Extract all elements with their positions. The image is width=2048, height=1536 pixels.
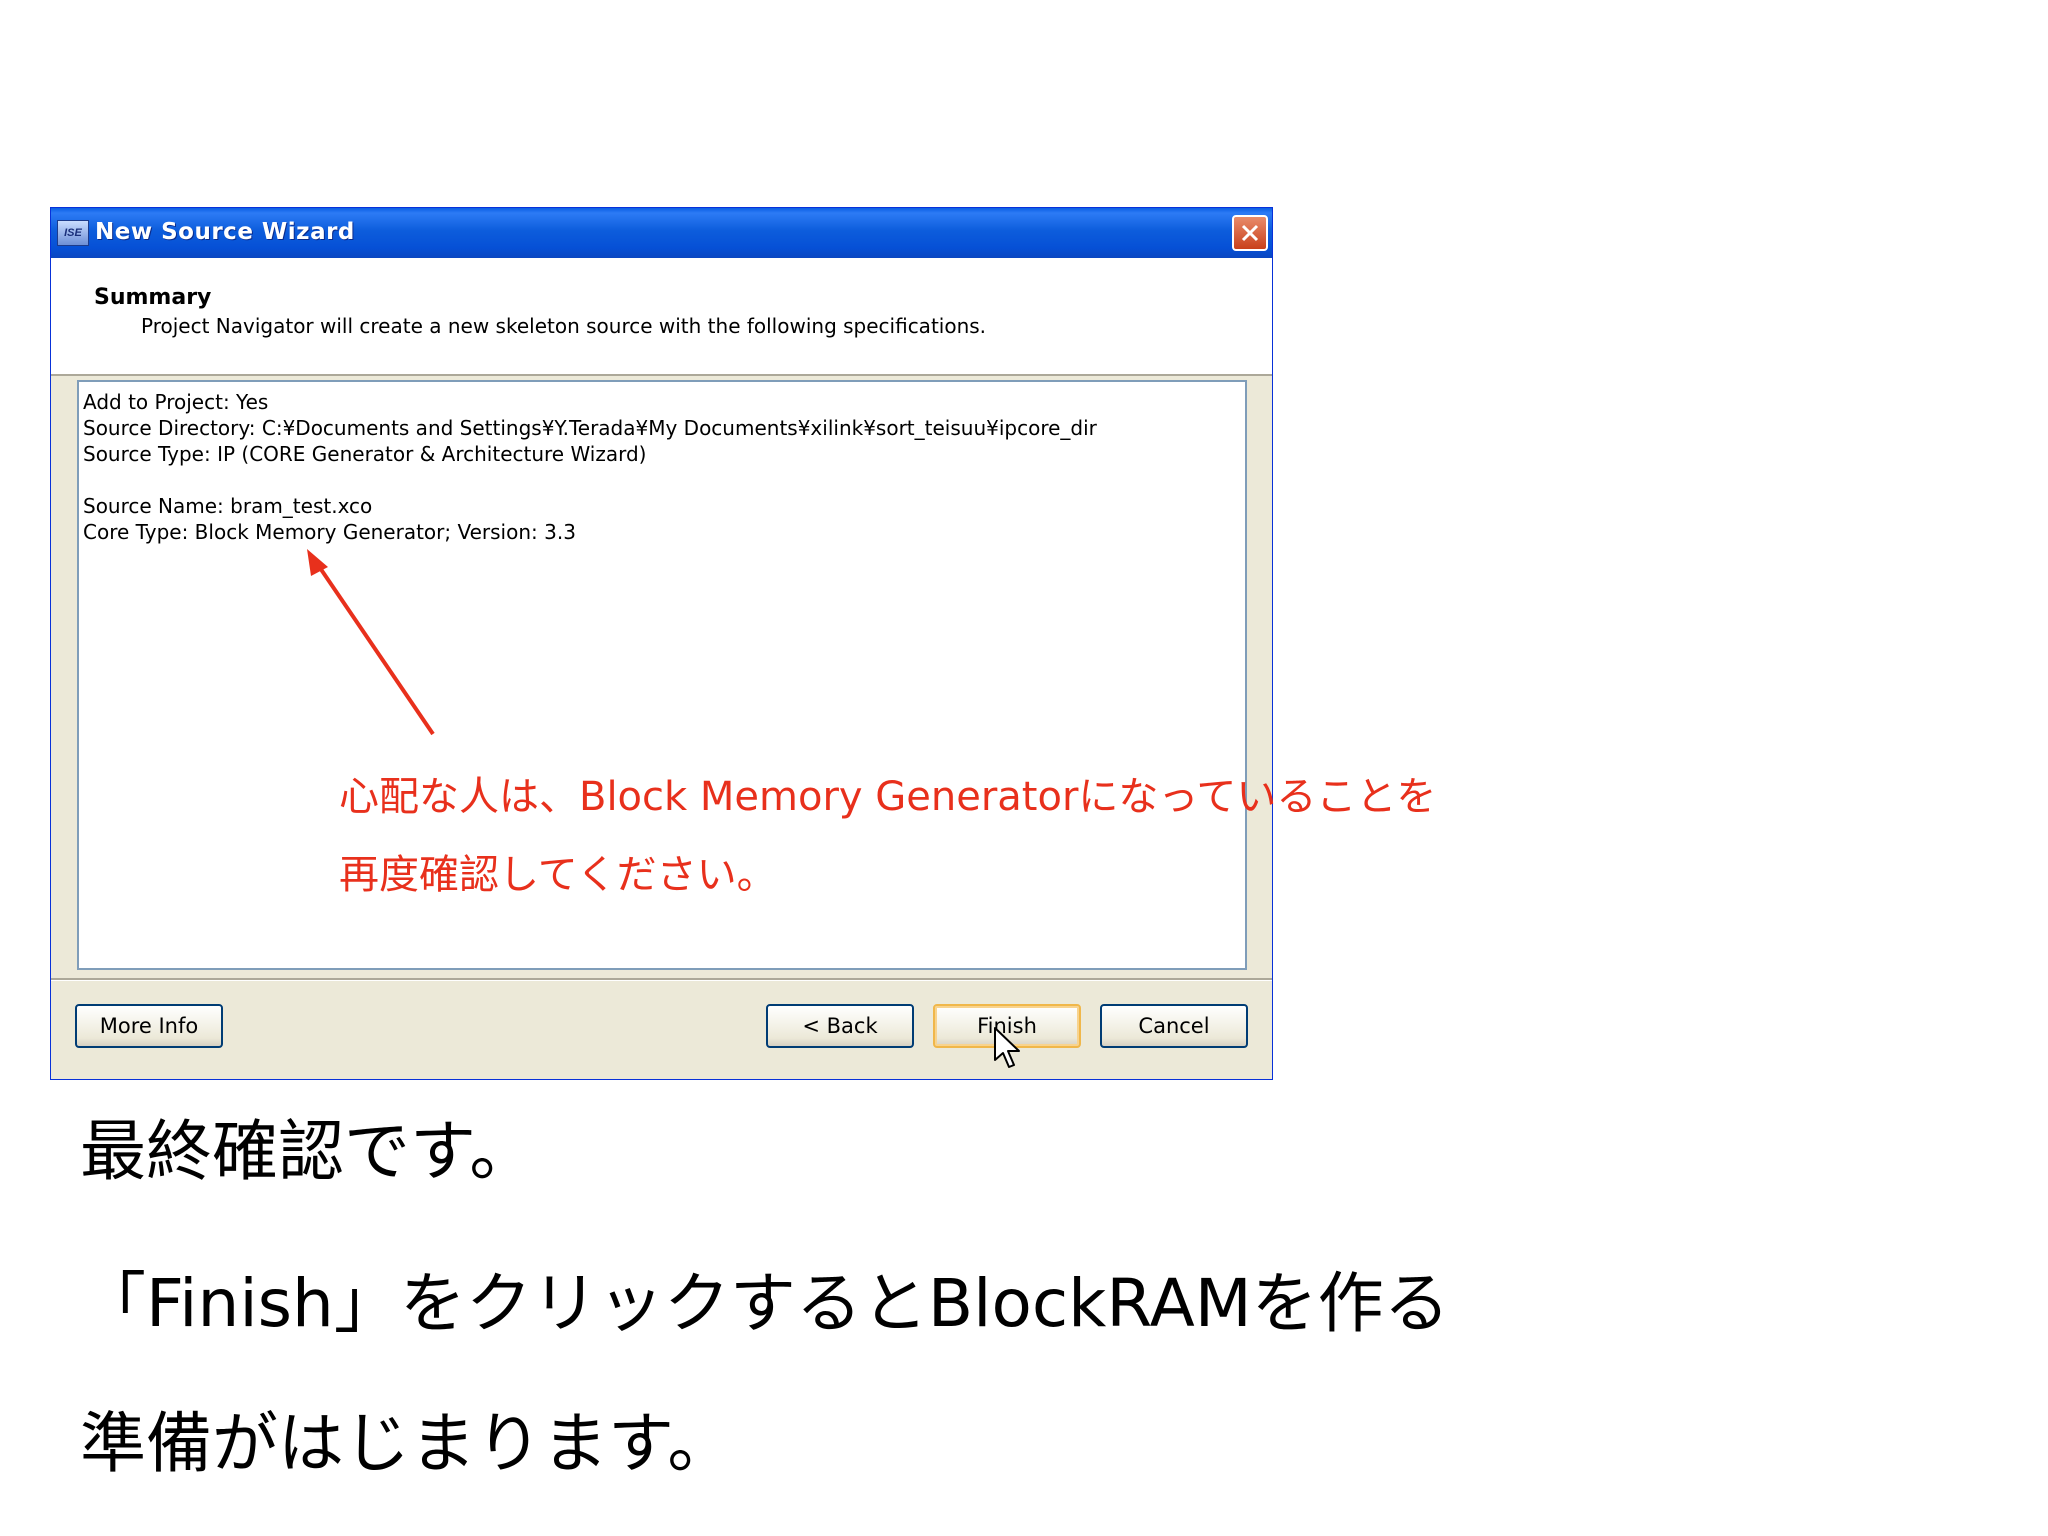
caption-line-1: 最終確認です。: [80, 1113, 536, 1190]
caption-line-2: 「Finish」をクリックするとBlockRAMを作る: [80, 1265, 1450, 1342]
annotation-line-2: 再度確認してください。: [339, 852, 777, 898]
annotation-line-1: 心配な人は、Block Memory Generatorになっていることを: [339, 774, 1437, 820]
caption-line-3: 準備がはじまります。: [80, 1405, 734, 1482]
